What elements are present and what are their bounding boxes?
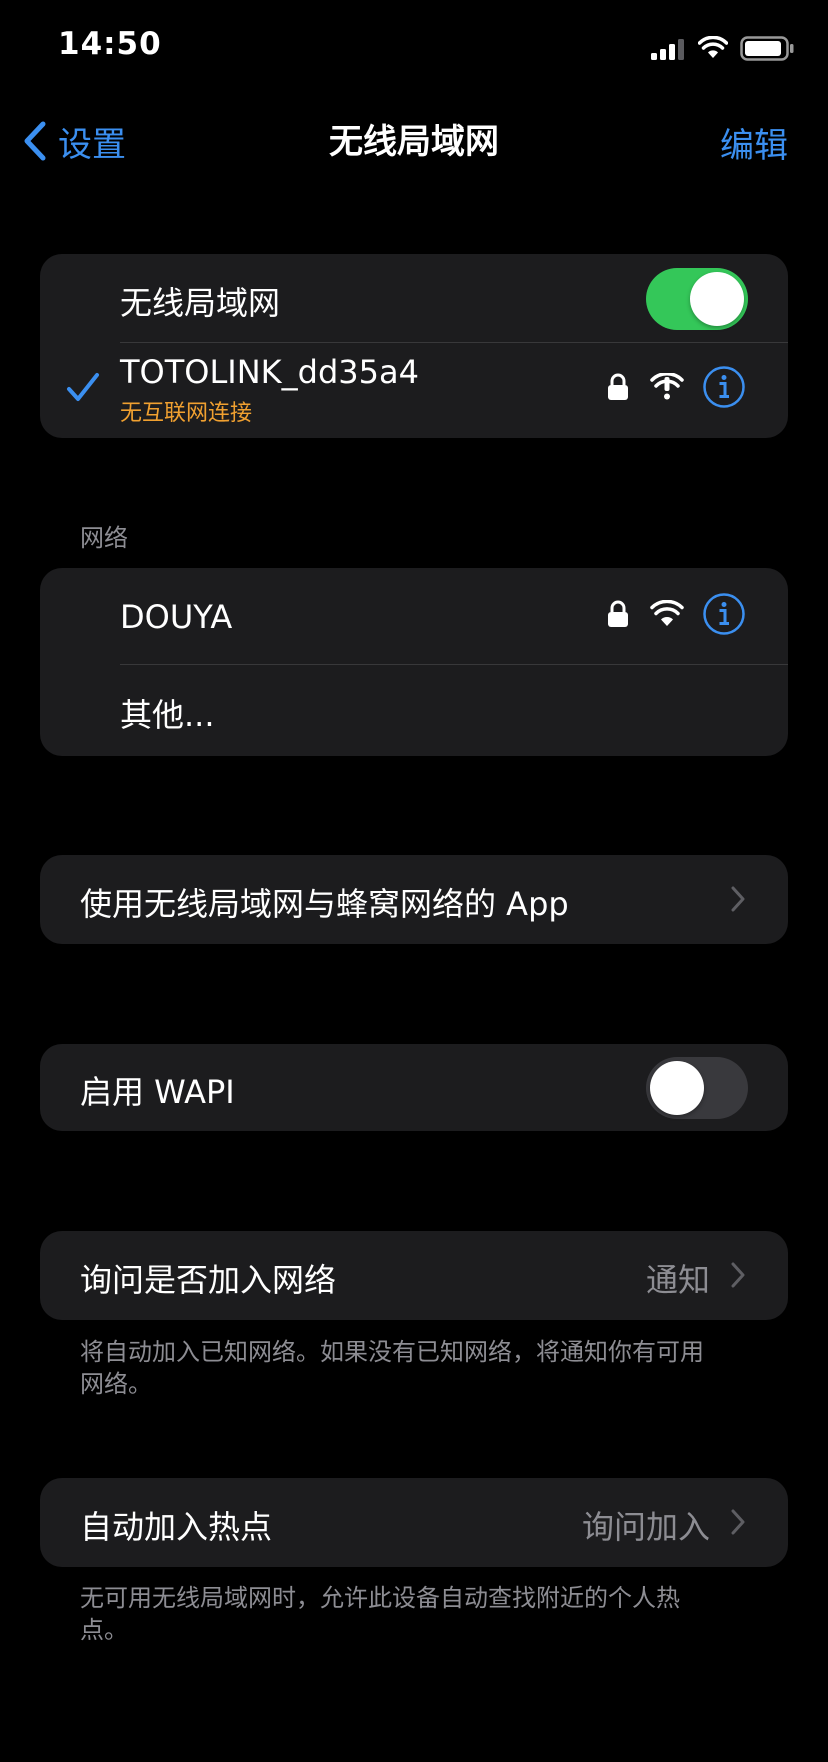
hotspot-group: 自动加入热点 询问加入: [40, 1478, 788, 1567]
checkmark-icon: [67, 373, 99, 401]
apps-row[interactable]: 使用无线局域网与蜂窝网络的 App: [40, 855, 788, 944]
connected-network-status: 无互联网连接: [120, 401, 253, 426]
connected-network-name: TOTOLINK_dd35a4: [120, 353, 419, 391]
ask-join-group: 询问是否加入网络 通知: [40, 1231, 788, 1320]
ask-join-row[interactable]: 询问是否加入网络 通知: [40, 1231, 788, 1320]
toggle-knob: [650, 1061, 704, 1115]
chevron-right-icon: [731, 1262, 745, 1288]
wifi-group: 无线局域网 TOTOLINK_dd35a4 无互联网连接: [40, 254, 788, 438]
status-time: 14:50: [58, 26, 162, 62]
wapi-group: 启用 WAPI: [40, 1044, 788, 1131]
apps-label: 使用无线局域网与蜂窝网络的 App: [80, 885, 569, 923]
edit-button[interactable]: 编辑: [720, 118, 788, 167]
ask-join-footer: 将自动加入已知网络。如果没有已知网络，将通知你有可用网络。: [80, 1338, 704, 1398]
toggle-knob: [690, 272, 744, 326]
wifi-toggle[interactable]: [646, 268, 748, 330]
ask-join-label: 询问是否加入网络: [80, 1261, 337, 1299]
cellular-signal-icon: [651, 39, 684, 60]
info-icon[interactable]: [702, 592, 746, 636]
networks-group: DOUYA 其他...: [40, 568, 788, 756]
ask-join-value: 通知: [645, 1261, 710, 1299]
info-icon[interactable]: [702, 365, 746, 409]
wapi-row: 启用 WAPI: [40, 1044, 788, 1131]
lock-icon: [608, 373, 628, 400]
wifi-status-icon: [698, 36, 728, 58]
lock-icon: [608, 600, 628, 627]
chevron-right-icon: [731, 886, 745, 912]
chevron-right-icon: [731, 1509, 745, 1535]
wifi-signal-icon: [650, 600, 684, 626]
hotspot-label: 自动加入热点: [80, 1508, 273, 1546]
back-button[interactable]: 设置: [22, 116, 152, 166]
apps-group: 使用无线局域网与蜂窝网络的 App: [40, 855, 788, 944]
wifi-toggle-row: 无线局域网: [40, 254, 788, 342]
battery-icon: [740, 36, 794, 61]
wifi-no-internet-icon: [650, 373, 684, 400]
chevron-left-icon: [24, 121, 46, 161]
hotspot-row[interactable]: 自动加入热点 询问加入: [40, 1478, 788, 1567]
other-network-label: 其他...: [120, 696, 215, 734]
network-name: DOUYA: [120, 598, 233, 636]
wifi-label: 无线局域网: [120, 284, 281, 322]
back-label: 设置: [58, 124, 126, 165]
wapi-label: 启用 WAPI: [80, 1073, 235, 1111]
status-icons: [650, 34, 800, 64]
network-row-douya[interactable]: DOUYA: [40, 568, 788, 662]
hotspot-value: 询问加入: [581, 1508, 710, 1546]
hotspot-footer: 无可用无线局域网时，允许此设备自动查找附近的个人热点。: [80, 1584, 680, 1644]
connected-network-row[interactable]: TOTOLINK_dd35a4 无互联网连接: [40, 343, 788, 438]
network-row-other[interactable]: 其他...: [40, 665, 788, 756]
networks-section-header: 网络: [80, 524, 128, 552]
wapi-toggle[interactable]: [646, 1057, 748, 1119]
